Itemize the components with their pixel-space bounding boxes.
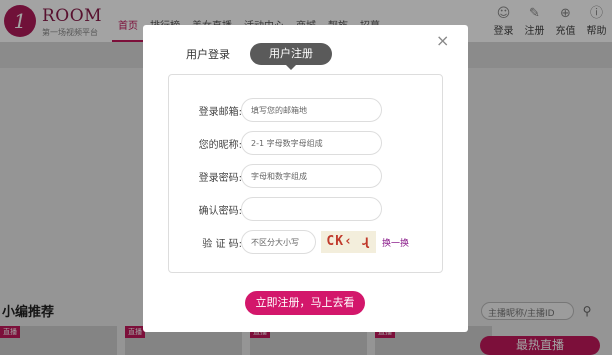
nickname-label: 您的昵称: — [198, 140, 242, 151]
email-row: 登录邮箱: 填写您的邮箱地 — [169, 98, 444, 122]
confirm-label: 确认密码: — [198, 206, 242, 217]
confirm-row: 确认密码: — [169, 197, 444, 221]
captcha-field[interactable]: 不区分大小写 — [241, 230, 316, 254]
nickname-row: 您的昵称: 2-1 字母数字母组成 — [169, 131, 444, 155]
password-field[interactable]: 字母和数字组成 — [241, 164, 382, 188]
register-dialog: × 用户登录 用户注册 登录邮箱: 填写您的邮箱地 您的昵称: 2-1 字母数字… — [143, 25, 468, 332]
captcha-refresh-link[interactable]: 换一换 — [382, 236, 409, 249]
captcha-label: 验 证 码: — [202, 239, 242, 250]
submit-register-button[interactable]: 立即注册，马上去看 — [245, 291, 365, 315]
password-label: 登录密码: — [198, 173, 242, 184]
email-field[interactable]: 填写您的邮箱地 — [241, 98, 382, 122]
tab-login[interactable]: 用户登录 — [186, 46, 230, 62]
captcha-image[interactable]: CK‹ ɻ — [321, 231, 376, 253]
close-icon[interactable]: × — [436, 31, 449, 50]
nickname-field[interactable]: 2-1 字母数字母组成 — [241, 131, 382, 155]
email-label: 登录邮箱: — [198, 107, 242, 118]
captcha-row: 验 证 码: 不区分大小写 CK‹ ɻ 换一换 — [169, 230, 444, 254]
confirm-password-field[interactable] — [241, 197, 382, 221]
password-row: 登录密码: 字母和数字组成 — [169, 164, 444, 188]
tab-register[interactable]: 用户注册 — [250, 43, 332, 70]
register-form: 登录邮箱: 填写您的邮箱地 您的昵称: 2-1 字母数字母组成 登录密码: 字母… — [168, 74, 443, 273]
